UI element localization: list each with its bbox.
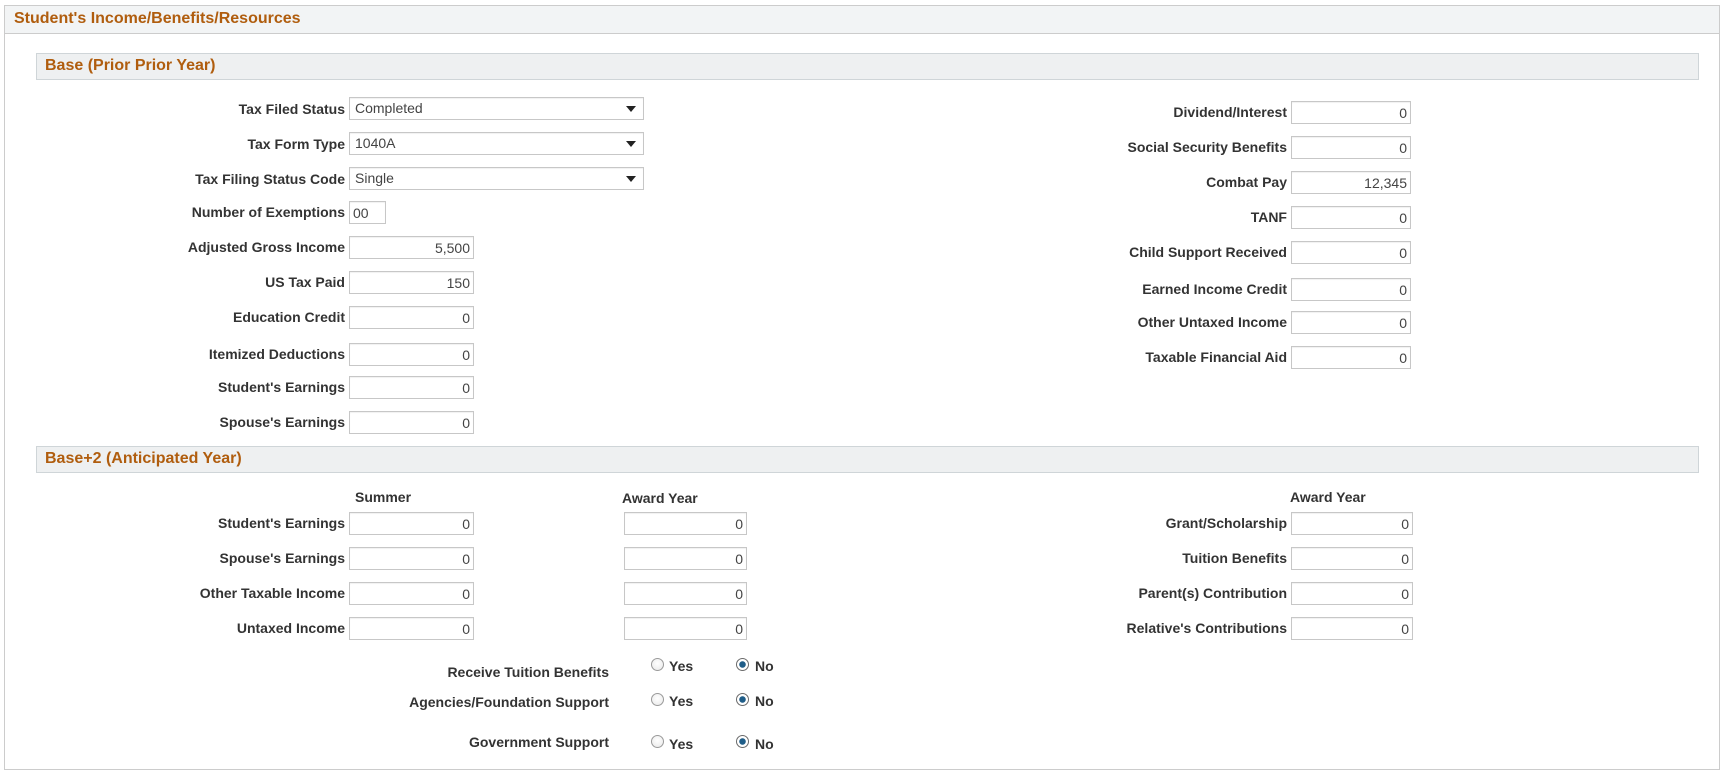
tuition-benefits-label: Tuition Benefits (1182, 550, 1287, 566)
column-header-summer: Summer (355, 489, 412, 505)
combat-pay-input[interactable]: 12,345 (1291, 171, 1411, 194)
tuition-benefits-input[interactable]: 0 (1291, 547, 1413, 570)
parents-contribution-label: Parent(s) Contribution (1138, 585, 1287, 601)
section-anticipated-header: Base+2 (Anticipated Year) (36, 446, 1699, 473)
adjusted-gross-income-label: Adjusted Gross Income (187, 239, 345, 255)
untaxed-income-label: Untaxed Income (236, 620, 345, 636)
tax-filed-status-label: Tax Filed Status (238, 101, 345, 117)
tax-filed-status-select[interactable]: Completed (349, 97, 644, 120)
tax-filed-status-value: Completed (355, 100, 423, 116)
adjusted-gross-income-input[interactable]: 5,500 (349, 236, 474, 259)
anticipated-students-earnings-label: Student's Earnings (217, 515, 345, 531)
agencies-foundation-support-label: Agencies/Foundation Support (409, 694, 609, 710)
anticipated-students-earnings-summer-input[interactable]: 0 (349, 512, 474, 535)
number-of-exemptions-label: Number of Exemptions (191, 204, 345, 220)
tax-filing-status-code-label: Tax Filing Status Code (195, 171, 345, 187)
us-tax-paid-input[interactable]: 150 (349, 271, 474, 294)
other-taxable-income-label: Other Taxable Income (199, 585, 345, 601)
tax-filing-status-code-value: Single (355, 170, 394, 186)
dividend-interest-label: Dividend/Interest (1173, 104, 1287, 120)
government-support-label: Government Support (468, 734, 609, 750)
government-support-no-label[interactable]: No (755, 736, 774, 752)
agencies-foundation-support-no-radio[interactable] (736, 693, 749, 706)
other-taxable-income-award-input[interactable]: 0 (624, 582, 747, 605)
anticipated-spouses-earnings-summer-input[interactable]: 0 (349, 547, 474, 570)
itemized-deductions-label: Itemized Deductions (208, 346, 345, 362)
receive-tuition-benefits-no-radio[interactable] (736, 658, 749, 671)
agencies-foundation-support-yes-label[interactable]: Yes (669, 693, 693, 709)
grant-scholarship-input[interactable]: 0 (1291, 512, 1413, 535)
tax-form-type-label: Tax Form Type (247, 136, 345, 152)
parents-contribution-input[interactable]: 0 (1291, 582, 1413, 605)
untaxed-income-award-input[interactable]: 0 (624, 617, 747, 640)
agencies-foundation-support-yes-radio[interactable] (651, 693, 664, 706)
government-support-yes-label[interactable]: Yes (669, 736, 693, 752)
receive-tuition-benefits-yes-radio[interactable] (651, 658, 664, 671)
relatives-contributions-label: Relative's Contributions (1126, 620, 1287, 636)
child-support-received-label: Child Support Received (1129, 244, 1287, 260)
page-header: Student's Income/Benefits/Resources (5, 6, 1719, 34)
us-tax-paid-label: US Tax Paid (265, 274, 345, 290)
tax-form-type-value: 1040A (355, 135, 396, 151)
tanf-input[interactable]: 0 (1291, 206, 1411, 229)
receive-tuition-benefits-label: Receive Tuition Benefits (447, 664, 609, 680)
education-credit-label: Education Credit (232, 309, 345, 325)
section-base-title: Base (Prior Prior Year) (45, 57, 216, 74)
number-of-exemptions-input[interactable]: 00 (349, 201, 386, 224)
section-base-header: Base (Prior Prior Year) (36, 53, 1699, 80)
anticipated-spouses-earnings-award-input[interactable]: 0 (624, 547, 747, 570)
taxable-financial-aid-label: Taxable Financial Aid (1145, 349, 1287, 365)
social-security-benefits-input[interactable]: 0 (1291, 136, 1411, 159)
untaxed-income-summer-input[interactable]: 0 (349, 617, 474, 640)
tanf-label: TANF (1250, 209, 1287, 225)
page-title: Student's Income/Benefits/Resources (14, 10, 301, 27)
child-support-received-input[interactable]: 0 (1291, 241, 1411, 264)
earned-income-credit-label: Earned Income Credit (1142, 281, 1287, 297)
receive-tuition-benefits-no-label[interactable]: No (755, 658, 774, 674)
combat-pay-label: Combat Pay (1206, 174, 1287, 190)
tax-form-type-select[interactable]: 1040A (349, 132, 644, 155)
section-anticipated-title: Base+2 (Anticipated Year) (45, 450, 242, 467)
other-taxable-income-summer-input[interactable]: 0 (349, 582, 474, 605)
grant-scholarship-label: Grant/Scholarship (1165, 515, 1287, 531)
government-support-no-radio[interactable] (736, 735, 749, 748)
dividend-interest-input[interactable]: 0 (1291, 101, 1411, 124)
chevron-down-icon (626, 176, 636, 182)
taxable-financial-aid-input[interactable]: 0 (1291, 346, 1411, 369)
base-students-earnings-input[interactable]: 0 (349, 376, 474, 399)
column-header-award-year-right: Award Year (1290, 489, 1366, 505)
earned-income-credit-input[interactable]: 0 (1291, 278, 1411, 301)
education-credit-input[interactable]: 0 (349, 306, 474, 329)
itemized-deductions-input[interactable]: 0 (349, 343, 474, 366)
anticipated-students-earnings-award-input[interactable]: 0 (624, 512, 747, 535)
base-spouses-earnings-label: Spouse's Earnings (219, 414, 345, 430)
relatives-contributions-input[interactable]: 0 (1291, 617, 1413, 640)
anticipated-spouses-earnings-label: Spouse's Earnings (219, 550, 345, 566)
tax-filing-status-code-select[interactable]: Single (349, 167, 644, 190)
agencies-foundation-support-no-label[interactable]: No (755, 693, 774, 709)
receive-tuition-benefits-yes-label[interactable]: Yes (669, 658, 693, 674)
other-untaxed-income-label: Other Untaxed Income (1137, 314, 1287, 330)
other-untaxed-income-input[interactable]: 0 (1291, 311, 1411, 334)
base-spouses-earnings-input[interactable]: 0 (349, 411, 474, 434)
government-support-yes-radio[interactable] (651, 735, 664, 748)
chevron-down-icon (626, 106, 636, 112)
social-security-benefits-label: Social Security Benefits (1127, 139, 1287, 155)
chevron-down-icon (626, 141, 636, 147)
column-header-award-year: Award Year (622, 490, 698, 506)
base-students-earnings-label: Student's Earnings (217, 379, 345, 395)
